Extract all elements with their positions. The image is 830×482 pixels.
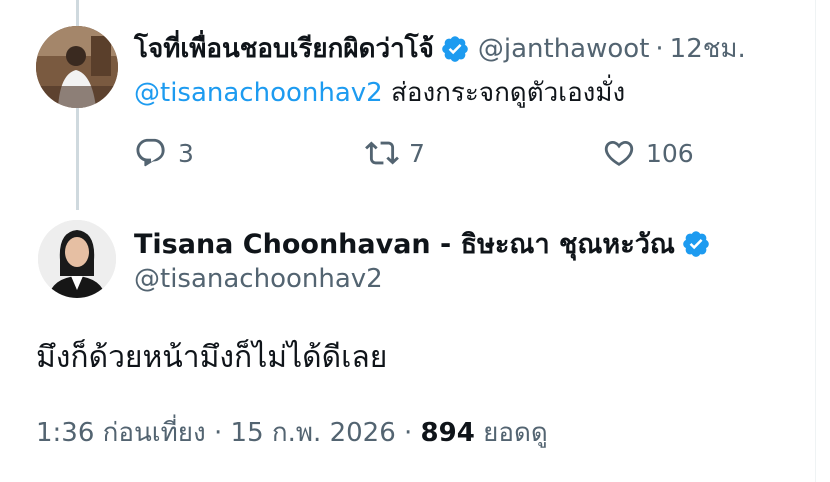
- verified-badge-icon: [442, 35, 468, 62]
- reply-count: 3: [178, 138, 194, 168]
- reply-header: โจที่เพื่อนชอบเรียกผิดว่าโจ้ @janthawoot…: [134, 28, 746, 69]
- reply-text-content: ส่องกระจกดูตัวเองมั่ง: [382, 78, 626, 108]
- tweet-meta: 1:36 ก่อนเที่ยง · 15 ก.พ. 2026 · 894 ยอด…: [36, 412, 548, 453]
- like-count: 106: [646, 138, 694, 168]
- repost-icon: [365, 141, 399, 165]
- main-author-handle[interactable]: @tisanachoonhav2: [134, 264, 383, 294]
- main-author-row: Tisana Choonhavan - ธิษะณา ชุณหะวัณ: [134, 222, 711, 265]
- like-button[interactable]: 106: [602, 136, 694, 170]
- repost-count: 7: [409, 138, 425, 168]
- main-tweet-text: มึงก็ด้วยหน้ามึงก็ไม่ได้ดีเลย: [36, 340, 388, 375]
- like-icon: [604, 140, 634, 166]
- view-count: 894: [420, 418, 475, 448]
- main-author-avatar[interactable]: [38, 220, 116, 298]
- reply-separator: ·: [655, 33, 664, 64]
- main-author-name[interactable]: Tisana Choonhavan - ธิษะณา ชุณหะวัณ: [134, 222, 675, 265]
- reply-author-handle[interactable]: @janthawoot: [478, 34, 650, 64]
- meta-separator: ·: [214, 418, 223, 448]
- reply-icon: [136, 138, 165, 167]
- reply-action-bar: 3 7 106: [0, 136, 830, 176]
- tweet-time[interactable]: 1:36 ก่อนเที่ยง: [36, 418, 206, 448]
- reply-mention-link[interactable]: @tisanachoonhav2: [134, 78, 383, 108]
- verified-badge-icon: [683, 230, 709, 257]
- reply-button[interactable]: 3: [134, 136, 194, 170]
- repost-button[interactable]: 7: [365, 136, 425, 170]
- tweet-date[interactable]: 15 ก.พ. 2026: [231, 418, 396, 448]
- view-count-label: ยอดดู: [483, 418, 548, 448]
- meta-separator: ·: [404, 418, 413, 448]
- reply-text: @tisanachoonhav2 ส่องกระจกดูตัวเองมั่ง: [134, 72, 625, 113]
- column-border: [815, 0, 816, 482]
- reply-timestamp[interactable]: 12ชม.: [670, 28, 746, 69]
- reply-author-name[interactable]: โจที่เพื่อนชอบเรียกผิดว่าโจ้: [134, 28, 434, 69]
- reply-author-avatar[interactable]: [36, 26, 118, 108]
